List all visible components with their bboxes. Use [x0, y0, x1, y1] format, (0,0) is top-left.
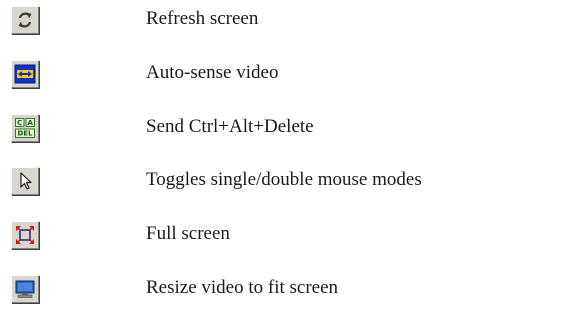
legend-item-refresh: Refresh screen [0, 2, 579, 42]
legend-label-mouse-mode: Toggles single/double mouse modes [146, 169, 422, 190]
legend-label-resize-video: Resize video to fit screen [146, 277, 339, 298]
ctrl-alt-del-icon[interactable]: C A DEL [11, 114, 39, 142]
refresh-icon[interactable] [11, 6, 39, 34]
legend-label-full-screen: Full screen [146, 223, 230, 244]
legend-label-auto-sense: Auto-sense video [146, 62, 279, 83]
legend-item-mouse-mode: Toggles single/double mouse modes [0, 163, 579, 203]
legend-label-refresh: Refresh screen [146, 8, 259, 29]
toolbar-icon-legend: Refresh screen Auto-sense video C A DEL [0, 0, 579, 326]
legend-item-auto-sense: Auto-sense video [0, 56, 579, 96]
ctrl-key-glyph: C [17, 119, 22, 127]
legend-item-ctrl-alt-del: C A DEL Send Ctrl+Alt+Delete [0, 110, 579, 150]
mouse-pointer-icon[interactable] [11, 167, 39, 195]
auto-sense-video-icon[interactable] [11, 60, 39, 88]
del-key-glyph: DEL [17, 130, 33, 138]
alt-key-glyph: A [28, 119, 34, 127]
legend-item-resize-video: Resize video to fit screen [0, 271, 579, 311]
full-screen-icon[interactable] [11, 221, 39, 249]
resize-video-icon[interactable] [11, 275, 39, 303]
legend-item-full-screen: Full screen [0, 217, 579, 257]
legend-label-ctrl-alt-del: Send Ctrl+Alt+Delete [146, 116, 314, 137]
